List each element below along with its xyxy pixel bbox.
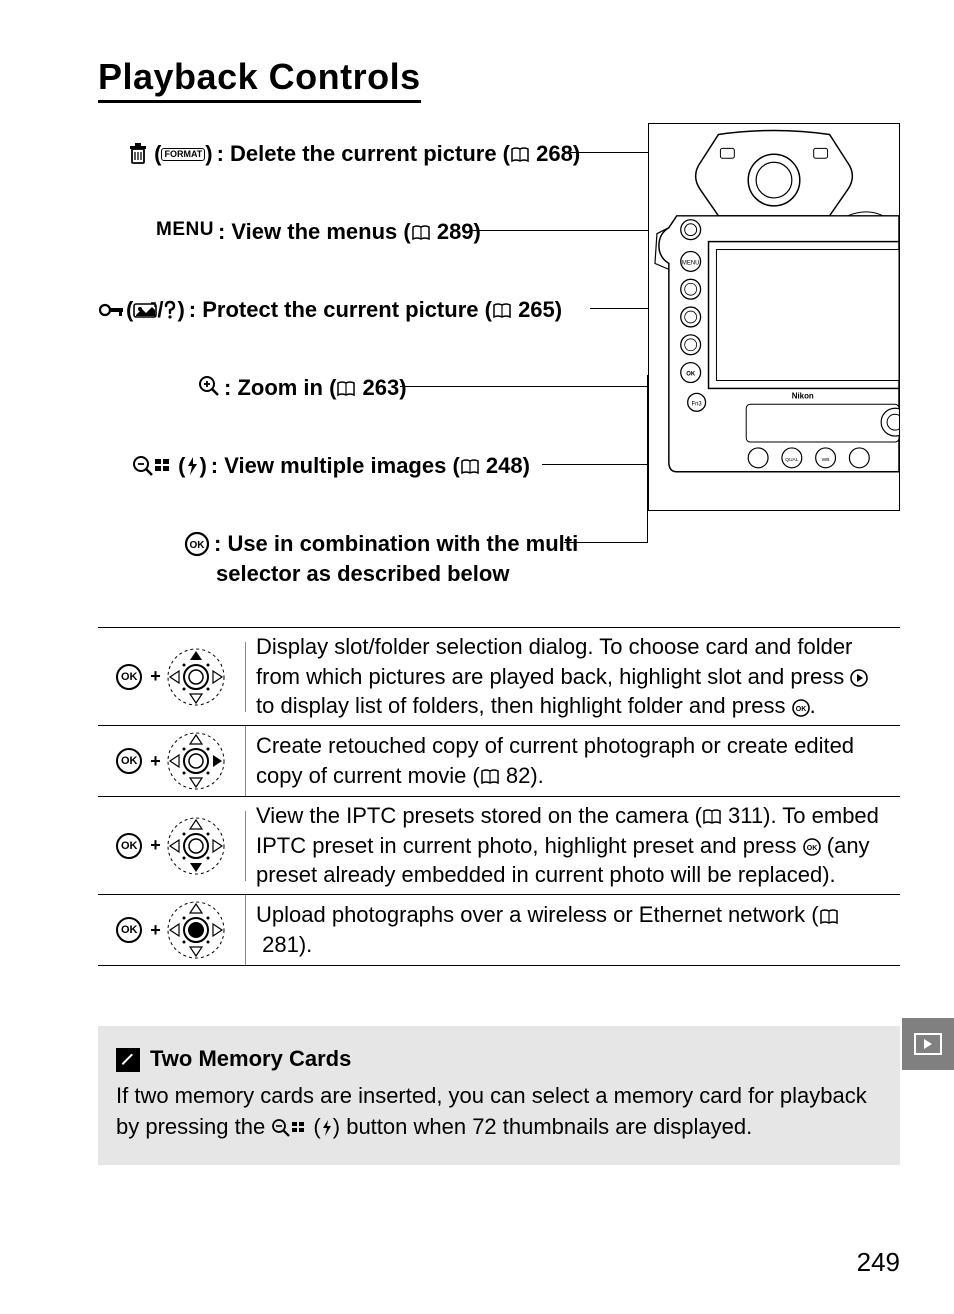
pageref: 281 — [262, 932, 299, 957]
combo-desc: Display slot/folder selection dialog. To… — [246, 628, 900, 725]
table-row: OK + Upload photographs over a wireless … — [98, 895, 900, 966]
camera-illustration: Nikon MENU OK Fn3 — [648, 123, 900, 511]
ok-button-icon: OK — [792, 699, 810, 717]
question-icon — [163, 300, 177, 320]
book-icon — [492, 303, 512, 319]
ok-button-icon: OK — [116, 748, 142, 774]
callout-line — [400, 386, 676, 387]
svg-text:OK: OK — [686, 372, 696, 378]
pageref: 82 — [506, 763, 530, 788]
svg-text:MENU: MENU — [682, 260, 699, 266]
table-row: OK + View the IPTC presets stored on the… — [98, 797, 900, 895]
pageref: 263 — [363, 375, 400, 400]
pageref: 289 — [437, 219, 474, 244]
flash-icon — [185, 456, 199, 476]
svg-text:Fn3: Fn3 — [692, 401, 703, 407]
camera-back-svg: Nikon MENU OK Fn3 — [649, 124, 899, 510]
book-icon — [819, 909, 839, 925]
combo-desc: Create retouched copy of current photogr… — [246, 727, 900, 794]
right-arrow-circle-icon — [850, 669, 868, 687]
playback-icon — [914, 1033, 942, 1055]
book-icon — [480, 769, 500, 785]
book-icon — [411, 225, 431, 241]
note-title: Two Memory Cards — [116, 1044, 882, 1075]
picture-control-icon — [133, 301, 157, 319]
combo-icons: OK + — [98, 726, 246, 796]
grid-icon — [291, 1121, 307, 1135]
table-row: OK + Display slot/folder selection dialo… — [98, 628, 900, 726]
control-zoom-label: : Zoom in ( — [224, 375, 336, 400]
note-body: If two memory cards are inserted, you ca… — [116, 1081, 882, 1143]
svg-text:Nikon: Nikon — [792, 391, 814, 400]
book-icon — [510, 147, 530, 163]
controls-callout-area: Nikon MENU OK Fn3 — [98, 141, 900, 621]
combo-icons: OK + — [98, 895, 246, 965]
ok-button-icon: OK — [184, 531, 210, 557]
svg-text:QUAL: QUAL — [785, 457, 799, 463]
control-ok-multiselector: OK : Use in combination with the multi — [184, 531, 578, 557]
page-title: Playback Controls — [98, 56, 421, 103]
control-menu: MENU : View the menus ( 289) — [156, 219, 481, 245]
magnify-minus-icon — [271, 1118, 291, 1138]
control-delete-label: : Delete the current picture ( — [217, 141, 510, 166]
pageref: 268 — [536, 141, 573, 166]
ok-button-icon: OK — [803, 838, 821, 856]
control-protect: ( / ) : Protect the current picture ( 26… — [98, 297, 562, 323]
table-row: OK + Create retouched copy of current ph… — [98, 726, 900, 797]
trash-icon — [128, 143, 148, 165]
note-pencil-icon — [116, 1048, 140, 1072]
control-delete: (FORMAT) : Delete the current picture ( … — [128, 141, 580, 167]
menu-icon: MENU — [156, 219, 214, 241]
manual-page: Playback Controls Nikon — [0, 0, 954, 1314]
control-ok-label: : Use in combination with the multi — [214, 531, 578, 556]
flash-icon — [321, 1119, 333, 1137]
magnify-plus-icon — [198, 375, 220, 397]
book-icon — [336, 381, 356, 397]
pageref: 248 — [486, 453, 523, 478]
multiselector-right-icon — [165, 730, 227, 792]
pageref: 265 — [518, 297, 555, 322]
combo-desc: Upload photographs over a wireless or Et… — [246, 896, 900, 963]
note-box: Two Memory Cards If two memory cards are… — [98, 1026, 900, 1164]
control-thumbnails: ( ) : View multiple images ( 248) — [132, 453, 530, 479]
combo-desc: View the IPTC presets stored on the came… — [246, 797, 900, 894]
book-icon — [702, 809, 722, 825]
ok-combinations-table: OK + Display slot/folder selection dialo… — [98, 627, 900, 966]
svg-text:OK: OK — [190, 540, 206, 551]
ok-button-icon: OK — [116, 664, 142, 690]
page-number: 249 — [857, 1247, 900, 1278]
format-icon: FORMAT — [161, 148, 205, 161]
combo-icons: OK + — [98, 642, 246, 712]
ok-button-icon: OK — [116, 833, 142, 859]
control-thumbs-label: : View multiple images ( — [211, 453, 460, 478]
multiselector-up-icon — [165, 646, 227, 708]
pageref: 311 — [728, 803, 763, 828]
callout-line — [470, 230, 676, 231]
key-icon — [98, 301, 126, 319]
section-tab-playback — [902, 1018, 954, 1070]
ok-button-icon: OK — [116, 917, 142, 943]
control-ok-label-line2: selector as described below — [216, 561, 509, 587]
grid-icon — [154, 458, 172, 474]
book-icon — [460, 459, 480, 475]
control-protect-label: : Protect the current picture ( — [189, 297, 492, 322]
magnify-minus-icon — [132, 455, 154, 477]
multiselector-center-icon — [165, 899, 227, 961]
svg-text:OK: OK — [806, 845, 817, 852]
svg-text:WB: WB — [822, 457, 831, 463]
control-zoom-in: : Zoom in ( 263) — [198, 375, 407, 401]
combo-icons: OK + — [98, 811, 246, 881]
multiselector-down-icon — [165, 815, 227, 877]
svg-text:OK: OK — [795, 706, 806, 713]
control-menu-label: : View the menus ( — [218, 219, 411, 244]
